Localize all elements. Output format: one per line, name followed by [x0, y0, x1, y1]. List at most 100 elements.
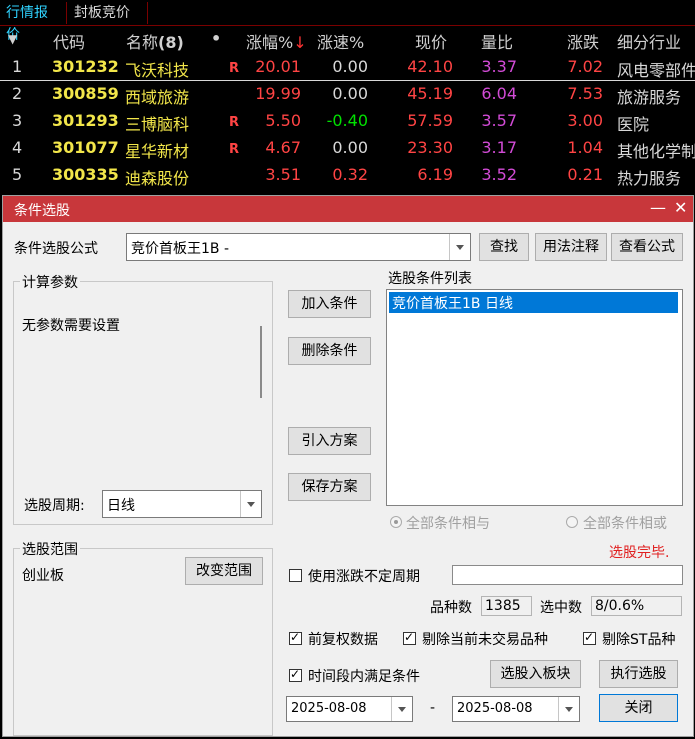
save-plan-button[interactable]: 保存方案	[288, 473, 371, 501]
params-scrollbar[interactable]	[260, 326, 262, 398]
count-label: 品种数	[430, 600, 472, 616]
row-speed: 0.00	[332, 138, 368, 157]
tab-quotes[interactable]: 行情报价	[0, 2, 67, 43]
delete-condition-button[interactable]: 删除条件	[288, 337, 371, 365]
col-industry[interactable]: 细分行业	[617, 29, 681, 53]
row-name: 三博脑科	[125, 115, 190, 134]
sort-menu-icon[interactable]: ▼	[8, 32, 17, 46]
col-code[interactable]: 代码	[53, 29, 85, 53]
formula-select[interactable]: 竞价首板王1B -	[126, 233, 471, 261]
exclude-untraded-checkbox[interactable]	[403, 630, 416, 645]
row-name: 迪森股份	[125, 169, 190, 188]
chevron-down-icon[interactable]	[558, 697, 579, 721]
col-dot: •	[211, 29, 222, 48]
chevron-down-icon[interactable]	[240, 491, 261, 517]
stock-screener-dialog: 条件选股 — ✕ 条件选股公式 竞价首板王1B - 查找 用法注释 查看公式 计…	[2, 195, 694, 737]
row-vol-ratio: 3.57	[481, 111, 517, 130]
forward-adj-label: 前复权数据	[308, 632, 378, 648]
table-row[interactable]: 4301077星华新材R4.670.0023.303.171.04其他化学制品	[0, 134, 695, 161]
execute-button[interactable]: 执行选股	[599, 660, 678, 688]
row-index: 4	[12, 138, 23, 157]
uncertain-period-checkbox[interactable]	[289, 569, 302, 582]
row-name: 飞沃科技	[125, 61, 190, 80]
col-name-count: (8)	[158, 33, 184, 52]
row-change: 3.00	[567, 111, 603, 130]
date-to-picker[interactable]: 2025-08-08	[452, 696, 580, 722]
close-icon[interactable]: ✕	[674, 198, 687, 217]
chevron-down-icon[interactable]	[449, 234, 470, 260]
row-change: 7.02	[567, 57, 603, 76]
row-name: 星华新材	[125, 142, 190, 161]
row-code: 300859	[52, 84, 119, 103]
table-row[interactable]: 3 301293 三博脑科 R 5.50 -0.40 57.59 3.57 3.00 医院	[0, 107, 695, 134]
col-vol-ratio[interactable]: 量比	[481, 29, 513, 53]
table-row[interactable]: 1 301232 飞沃科技 R 20.01 0.00 42.10 3.37 7.02 风电零部件	[0, 53, 695, 81]
list-item[interactable]: 竞价首板王1B 日线	[389, 292, 678, 313]
range-value: 创业板	[22, 568, 64, 584]
date-from-picker[interactable]: 2025-08-08	[286, 696, 413, 722]
time-period-checkbox[interactable]	[289, 667, 302, 682]
status-text: 选股完毕.	[609, 545, 670, 561]
usage-notes-button[interactable]: 用法注释	[535, 233, 607, 261]
table-row[interactable]: 5 300335 迪森股份 3.51 0.32 6.19 3.52 0.21 热力服务	[0, 161, 695, 188]
table-row[interactable]: 2 300859 西域旅游 19.99 0.00 45.19 6.04 7.53 旅游服务	[0, 80, 695, 107]
sort-desc-icon: ↓	[293, 33, 307, 52]
dialog-titlebar[interactable]: 条件选股 — ✕	[3, 196, 693, 222]
row-vol-ratio: 3.17	[481, 138, 517, 157]
import-plan-button[interactable]: 引入方案	[288, 427, 371, 455]
row-code: 301232	[52, 57, 119, 76]
radio-and-label: 全部条件相与	[406, 516, 490, 532]
col-change[interactable]: 涨跌	[567, 29, 599, 53]
chevron-down-icon[interactable]	[391, 697, 412, 721]
uncertain-period-label: 使用涨跌不定周期	[308, 569, 420, 585]
formula-label: 条件选股公式	[14, 241, 98, 257]
row-index: 5	[12, 165, 23, 184]
period-value: 日线	[107, 498, 135, 514]
row-vol-ratio: 3.52	[481, 165, 517, 184]
list-item-label: 竞价首板王1B 日线	[392, 296, 513, 312]
quote-table-header: ▼ 代码 名称(8) • 涨幅%↓ 涨速% 现价 量比 涨跌 细分行业	[0, 26, 695, 52]
col-price[interactable]: 现价	[415, 29, 447, 53]
row-industry: 风电零部件	[617, 61, 695, 80]
row-industry: 其他化学制品	[617, 142, 695, 161]
period-select[interactable]: 日线	[102, 490, 262, 518]
find-button[interactable]: 查找	[479, 233, 529, 261]
condition-list[interactable]: 竞价首板王1B 日线	[386, 289, 683, 506]
change-range-button[interactable]: 改变范围	[185, 557, 263, 585]
add-condition-button[interactable]: 加入条件	[288, 290, 371, 318]
exclude-st-checkbox[interactable]	[583, 630, 596, 645]
range-group-title: 选股范围	[20, 539, 80, 559]
row-code: 300335	[52, 165, 119, 184]
row-index: 1	[12, 57, 23, 76]
add-to-block-button[interactable]: 选股入板块	[490, 660, 581, 688]
col-name[interactable]: 名称(8)	[126, 29, 184, 53]
params-group: 计算参数 无参数需要设置 选股周期: 日线	[13, 272, 273, 525]
col-speed[interactable]: 涨速%	[317, 29, 364, 53]
row-industry: 热力服务	[617, 169, 682, 188]
row-speed: 0.00	[332, 84, 368, 103]
row-industry: 医院	[617, 115, 650, 134]
row-index: 2	[12, 84, 23, 103]
radio-or[interactable]	[566, 516, 578, 528]
close-button[interactable]: 关闭	[599, 694, 678, 722]
minimize-icon[interactable]: —	[650, 198, 666, 217]
quote-tabs: 行情报价 封板竞价	[0, 0, 695, 43]
tab-limit-bidding[interactable]: 封板竞价	[68, 2, 148, 24]
row-industry: 旅游服务	[617, 88, 682, 107]
row-change: 7.53	[567, 84, 603, 103]
row-speed: -0.40	[326, 111, 368, 130]
time-period-label: 时间段内满足条件	[308, 669, 420, 685]
exclude-untraded-label: 剔除当前未交易品种	[422, 632, 548, 648]
forward-adj-checkbox[interactable]	[289, 630, 302, 645]
uncertain-period-input[interactable]	[452, 565, 683, 585]
row-speed: 0.32	[332, 165, 368, 184]
row-vol-ratio: 6.04	[481, 84, 517, 103]
selected-label: 选中数	[540, 600, 582, 616]
no-params-text: 无参数需要设置	[22, 318, 120, 334]
view-formula-button[interactable]: 查看公式	[611, 233, 683, 261]
row-name: 西域旅游	[125, 88, 190, 107]
date-from-value: 2025-08-08	[291, 701, 367, 716]
count-value: 1385	[481, 596, 532, 616]
col-change-pct[interactable]: 涨幅%↓	[246, 29, 307, 53]
radio-and[interactable]	[390, 516, 402, 528]
